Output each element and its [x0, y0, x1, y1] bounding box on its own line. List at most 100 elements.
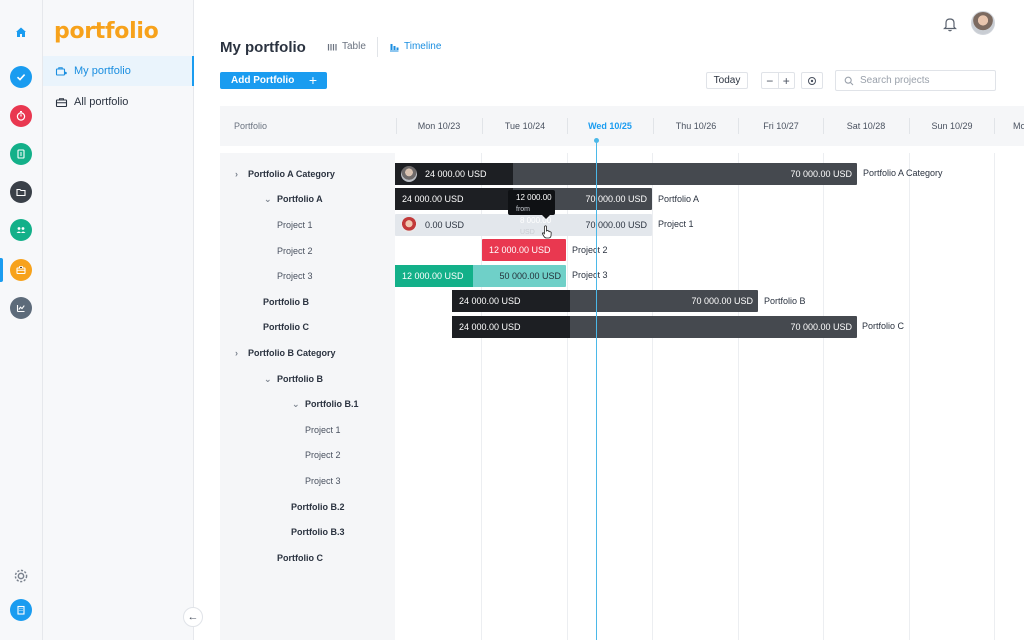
chevron-right-icon[interactable]: ›: [235, 348, 245, 358]
zoom-out-button[interactable]: −: [762, 73, 778, 88]
chevron-down-icon[interactable]: ⌄: [264, 374, 274, 385]
owner-avatar: [401, 166, 417, 182]
search-icon: [844, 76, 854, 85]
timeline-bar-portfolio-b[interactable]: 24 000.00 USD 70 000.00 USD: [452, 290, 758, 312]
timeline-bar-project-3[interactable]: 12 000.00 USD 50 000.00 USD: [395, 265, 566, 287]
tab-timeline[interactable]: Timeline: [389, 41, 441, 52]
bar-label: Project 3: [572, 270, 608, 280]
today-line: [596, 140, 597, 640]
chevron-down-icon[interactable]: ⌄: [264, 194, 274, 205]
tree-row-portfolio-b3[interactable]: Portfolio B.3: [291, 525, 345, 539]
day-header: Fri 10/27: [763, 121, 799, 131]
locate-button[interactable]: [801, 72, 823, 89]
grid-line: [738, 153, 739, 640]
bar-budget-value: 70 000.00 USD: [585, 194, 647, 204]
chevron-down-icon[interactable]: ⌄: [292, 399, 302, 410]
bar-label: Project 2: [572, 245, 608, 255]
timeline-bar-project-2[interactable]: 12 000.00 USD: [482, 239, 566, 261]
zoom-control: − +: [761, 72, 795, 89]
tree-row-project[interactable]: Project 2: [277, 244, 313, 258]
folder-icon[interactable]: [10, 181, 32, 203]
bell-icon[interactable]: [943, 16, 957, 32]
nav-item-all-portfolio[interactable]: All portfolio: [43, 87, 194, 117]
grid-line: [652, 153, 653, 640]
rail-active-indicator: [0, 258, 3, 282]
bar-label: Portfolio A: [658, 194, 700, 204]
check-icon[interactable]: [10, 66, 32, 88]
bar-budget-value: 70 000.00 USD: [691, 296, 753, 306]
owner-avatar: [401, 217, 417, 233]
chart-icon[interactable]: [10, 297, 32, 319]
tree-row-label: Portfolio B: [277, 374, 323, 384]
collapse-sidebar-button[interactable]: ←: [183, 607, 203, 627]
tab-table[interactable]: Table: [327, 41, 366, 52]
tab-label: Timeline: [404, 41, 442, 52]
day-header: Mo: [1013, 121, 1024, 131]
people-icon[interactable]: [10, 219, 32, 241]
gear-icon[interactable]: [10, 565, 32, 587]
table-icon: [327, 43, 337, 50]
briefcase-outline-icon: [55, 97, 68, 107]
add-portfolio-button[interactable]: Add Portfolio +: [220, 72, 327, 89]
bar-budget-value: 70 000.00 USD: [585, 220, 647, 230]
tree-row-portfolio-b[interactable]: ⌄ Portfolio B: [264, 372, 323, 386]
tree-row-portfolio-b[interactable]: Portfolio B: [263, 295, 309, 309]
nav-item-label: My portfolio: [74, 65, 131, 77]
bar-actual-value: 12 000.00 USD: [402, 271, 464, 281]
bar-actual-value: 24 000.00 USD: [425, 169, 487, 179]
portfolio-nav: portfolio My portfolio All portfolio ←: [43, 0, 203, 640]
header-divider: [396, 118, 397, 134]
timeline-header: Portfolio Mon 10/23 Tue 10/24 Wed 10/25 …: [220, 106, 1024, 146]
page-title: My portfolio: [220, 39, 306, 56]
add-portfolio-label: Add Portfolio: [231, 75, 295, 86]
zoom-in-button[interactable]: +: [777, 73, 795, 88]
app-rail: [0, 0, 43, 640]
today-button[interactable]: Today: [706, 72, 748, 89]
header-divider: [653, 118, 654, 134]
bar-budget-value: 70 000.00 USD: [790, 322, 852, 332]
home-icon[interactable]: [10, 21, 32, 43]
header-divider: [567, 118, 568, 134]
crosshair-icon: [808, 76, 816, 85]
tab-divider: [377, 37, 378, 57]
tree-row-portfolio-c[interactable]: Portfolio C: [263, 320, 309, 334]
tree-row-portfolio-c[interactable]: Portfolio C: [277, 551, 323, 565]
timeline-icon: [390, 43, 399, 51]
tree-row-project[interactable]: Project 1: [305, 423, 341, 437]
tree-row-project[interactable]: Project 3: [277, 269, 313, 283]
header-divider: [994, 118, 995, 134]
nav-item-label: All portfolio: [74, 96, 129, 108]
tree-row-portfolio-a-category[interactable]: › Portfolio A Category: [235, 167, 335, 181]
tooltip-from-value: 8 000.00: [520, 216, 552, 225]
briefcase-icon[interactable]: [10, 259, 32, 281]
tree-row-portfolio-b2[interactable]: Portfolio B.2: [291, 500, 345, 514]
user-avatar[interactable]: [971, 11, 995, 35]
bar-actual-value: 24 000.00 USD: [402, 194, 464, 204]
timeline-bar-portfolio-a-category[interactable]: 24 000.00 USD 70 000.00 USD: [395, 163, 857, 185]
bar-actual-value: 24 000.00 USD: [459, 322, 521, 332]
chevron-right-icon[interactable]: ›: [235, 169, 245, 179]
tab-label: Table: [342, 41, 366, 52]
tree-row-portfolio-a[interactable]: ⌄ Portfolio A: [264, 192, 323, 206]
search-box: [835, 70, 996, 91]
timer-icon[interactable]: [10, 105, 32, 127]
arrow-left-icon: ←: [187, 611, 199, 623]
tree-row-portfolio-b1[interactable]: ⌄ Portfolio B.1: [292, 397, 359, 411]
day-header: Sat 10/28: [846, 121, 886, 131]
tree-row-label: Portfolio B Category: [248, 348, 336, 358]
nav-item-my-portfolio[interactable]: My portfolio: [43, 56, 194, 86]
tree-row-project[interactable]: Project 1: [277, 218, 313, 232]
bar-actual-value: 24 000.00 USD: [459, 296, 521, 306]
building-icon[interactable]: [10, 599, 32, 621]
document-dollar-icon[interactable]: [10, 143, 32, 165]
tree-row-project[interactable]: Project 3: [305, 474, 341, 488]
bar-tooltip: 12 000.00 from 8 000.00 USD: [508, 190, 555, 236]
timeline-bar-portfolio-c[interactable]: 24 000.00 USD 70 000.00 USD: [452, 316, 857, 338]
app-logo: portfolio: [54, 19, 159, 44]
tree-row-project[interactable]: Project 2: [305, 448, 341, 462]
tree-row-portfolio-b-category[interactable]: › Portfolio B Category: [235, 346, 336, 360]
search-input[interactable]: [860, 75, 990, 86]
day-header: Thu 10/26: [675, 121, 717, 131]
hand-cursor-icon: [542, 225, 552, 239]
bar-label: Project 1: [658, 219, 694, 229]
